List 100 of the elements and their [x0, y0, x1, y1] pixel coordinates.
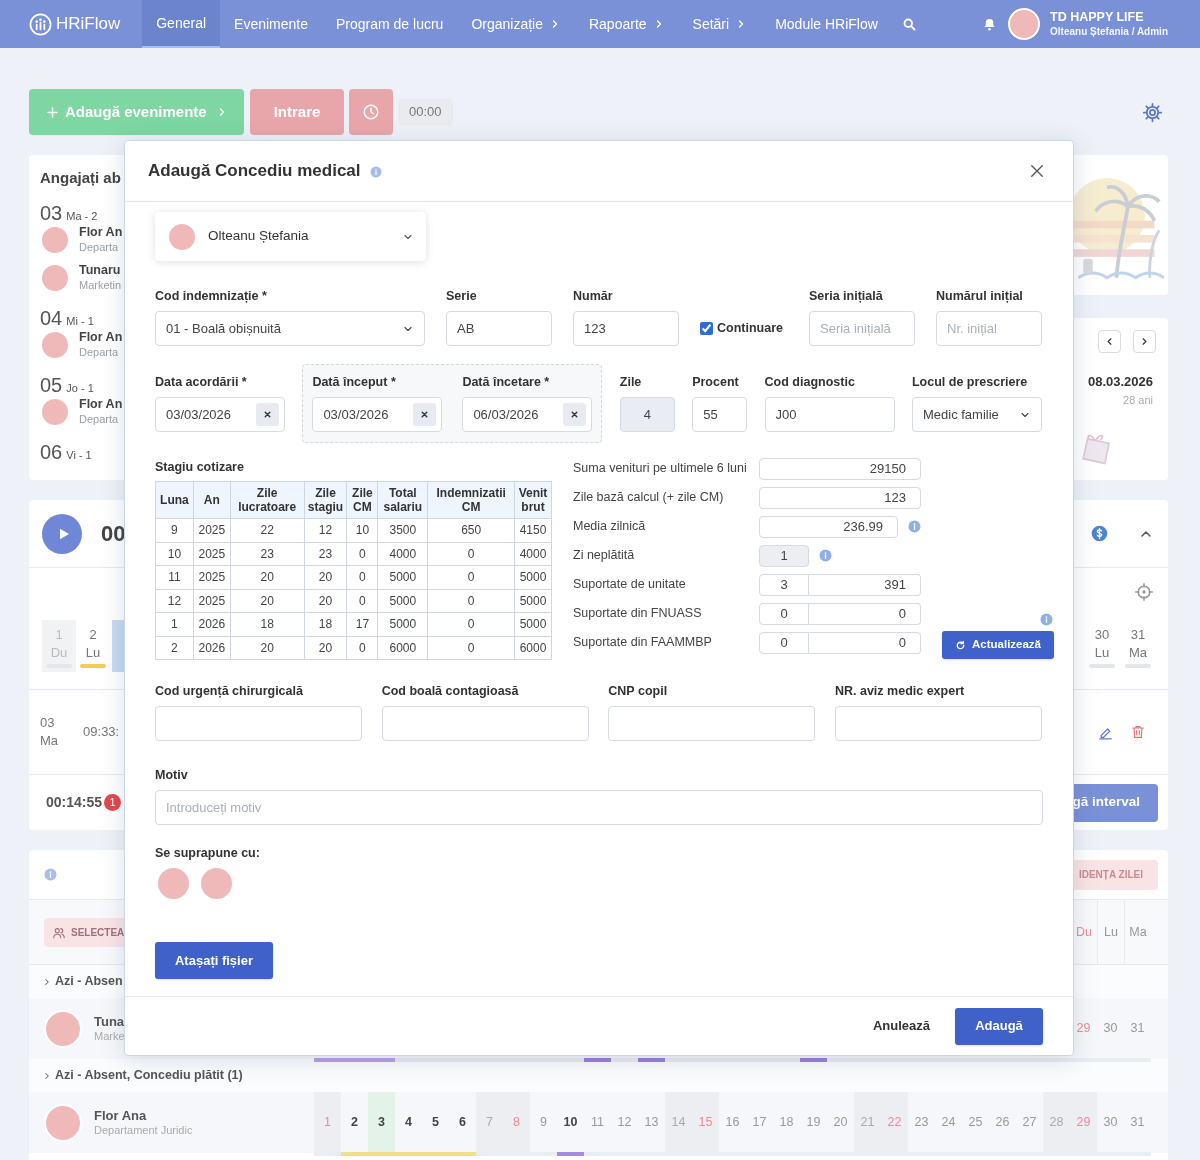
info-icon[interactable]	[44, 868, 57, 881]
employee-name: Flor Ana	[94, 1107, 148, 1124]
input-field[interactable]	[608, 706, 816, 741]
bell-icon[interactable]	[982, 16, 997, 32]
day-cell[interactable]: 31	[1124, 998, 1151, 1059]
clear-button[interactable]	[256, 403, 279, 426]
day-cell[interactable]: 8	[503, 1092, 530, 1153]
day-cell[interactable]: 29	[1070, 998, 1097, 1059]
checkbox[interactable]	[700, 322, 713, 335]
day-cell[interactable]: 15	[692, 1092, 719, 1153]
calendar-day[interactable]: 2 Lu	[76, 620, 110, 672]
nav-tab[interactable]: General	[142, 0, 221, 48]
day-cell[interactable]: 29	[1070, 1092, 1097, 1153]
play-button[interactable]	[42, 513, 82, 554]
day-cell[interactable]: 14	[665, 1092, 692, 1153]
input-field[interactable]: 4	[619, 397, 675, 432]
section-title: Se suprapune cu:	[155, 845, 261, 862]
next-button[interactable]	[1133, 330, 1156, 353]
day-cell[interactable]: 22	[881, 1092, 908, 1153]
day-cell[interactable]: 21	[854, 1092, 881, 1153]
field-label: Dată încetare *	[462, 374, 551, 389]
day-cell[interactable]: 4	[395, 1092, 422, 1153]
day-cell[interactable]: 31	[1124, 1092, 1151, 1153]
table-cell: 0	[347, 565, 378, 589]
day-cell[interactable]: 28	[1043, 1092, 1070, 1153]
calendar-day[interactable]: 30 Lu	[1085, 620, 1119, 672]
attach-file-button[interactable]: Atașați fișier	[155, 941, 273, 979]
chevron-right-icon[interactable]	[42, 1070, 52, 1081]
update-button[interactable]: Actualizează	[942, 631, 1054, 659]
search-icon[interactable]	[901, 16, 917, 32]
calendar-day[interactable]: 31 Ma	[1121, 620, 1155, 672]
input-field[interactable]	[155, 706, 362, 741]
field-label: CNP copil	[608, 683, 669, 698]
day-cell[interactable]: 30	[1097, 1092, 1124, 1153]
day-cell[interactable]: 25	[962, 1092, 989, 1153]
nav-tab[interactable]: Module HRiFlow	[761, 0, 892, 48]
settings-icon[interactable]	[1142, 101, 1163, 123]
day-cell[interactable]: 17	[746, 1092, 773, 1153]
table-cell: 3500	[377, 518, 428, 542]
day-cell[interactable]: 26	[989, 1092, 1016, 1153]
day-cell[interactable]: 23	[908, 1092, 935, 1153]
day-cell[interactable]: 12	[611, 1092, 638, 1153]
day-cell[interactable]: 5	[422, 1092, 449, 1153]
input-field[interactable]: 55	[692, 397, 748, 432]
input-field[interactable]: J00	[764, 397, 895, 432]
info-icon[interactable]	[1040, 613, 1053, 626]
day-cell[interactable]: 6	[449, 1092, 476, 1153]
nav-tab[interactable]: Rapoarte	[574, 0, 679, 48]
input-field[interactable]	[381, 706, 589, 741]
table-cell: 20	[304, 636, 347, 660]
table-cell: 23	[304, 542, 347, 566]
nav-tab[interactable]: Evenimente	[220, 0, 322, 48]
day-cell[interactable]: 2	[341, 1092, 368, 1153]
day-cell[interactable]: 16	[719, 1092, 746, 1153]
close-icon[interactable]	[1028, 162, 1046, 180]
column-header: Zile CM	[347, 481, 378, 519]
clear-button[interactable]	[563, 403, 587, 426]
calendar-day[interactable]: 1 Du	[42, 620, 76, 672]
day-cell[interactable]: 24	[935, 1092, 962, 1153]
day-cell[interactable]: 20	[827, 1092, 854, 1153]
value-field: 0	[809, 631, 921, 654]
info-icon[interactable]	[908, 520, 921, 533]
input-field[interactable]: Introduceți motiv	[155, 790, 1043, 825]
clear-button[interactable]	[413, 403, 437, 426]
nav-tab[interactable]: Program de lucru	[322, 0, 458, 48]
input-field[interactable]: 123	[573, 311, 679, 346]
input-field[interactable]: Seria inițială	[809, 311, 915, 346]
crosshair-icon[interactable]	[1134, 582, 1154, 602]
input-field[interactable]	[834, 706, 1042, 741]
day-cell[interactable]: 7	[476, 1092, 503, 1153]
day-cell[interactable]: 10	[557, 1092, 584, 1153]
previous-button[interactable]	[1098, 330, 1121, 353]
add-events-button[interactable]: Adaugă evenimente	[29, 89, 244, 135]
nav-tab[interactable]: Organizație	[457, 0, 575, 48]
chevron-right-icon[interactable]	[42, 976, 52, 987]
select-field[interactable]: 01 - Boală obișnuită	[155, 311, 425, 346]
day-cell[interactable]: 11	[584, 1092, 611, 1153]
company-name: TD HAPPY LIFE	[1050, 9, 1145, 26]
info-icon[interactable]	[819, 549, 832, 562]
info-icon[interactable]	[369, 166, 382, 178]
cancel-button[interactable]: Anulează	[872, 1016, 930, 1036]
field-label: Număr	[573, 288, 614, 303]
trash-icon[interactable]	[1130, 724, 1146, 740]
day-cell[interactable]: 9	[530, 1092, 557, 1153]
table-cell: 5000	[377, 589, 428, 613]
day-cell[interactable]: 3	[368, 1092, 395, 1153]
add-button[interactable]: Adaugă	[955, 1007, 1043, 1045]
check-in-button[interactable]: Intrare	[250, 89, 344, 135]
day-cell[interactable]: 27	[1016, 1092, 1043, 1153]
nav-tab[interactable]: Setări	[678, 0, 762, 48]
day-cell[interactable]: 1	[314, 1092, 341, 1153]
day-cell[interactable]: 18	[773, 1092, 800, 1153]
day-cell[interactable]: 19	[800, 1092, 827, 1153]
day-cell[interactable]: 30	[1097, 998, 1124, 1059]
clock-button[interactable]	[349, 89, 393, 135]
input-field[interactable]: AB	[446, 311, 552, 346]
select-field[interactable]: Medic familie	[911, 397, 1042, 432]
input-field[interactable]: Nr. inițial	[936, 311, 1042, 346]
day-cell[interactable]: 13	[638, 1092, 665, 1153]
employee-select[interactable]: Olteanu Ștefania	[155, 212, 426, 261]
